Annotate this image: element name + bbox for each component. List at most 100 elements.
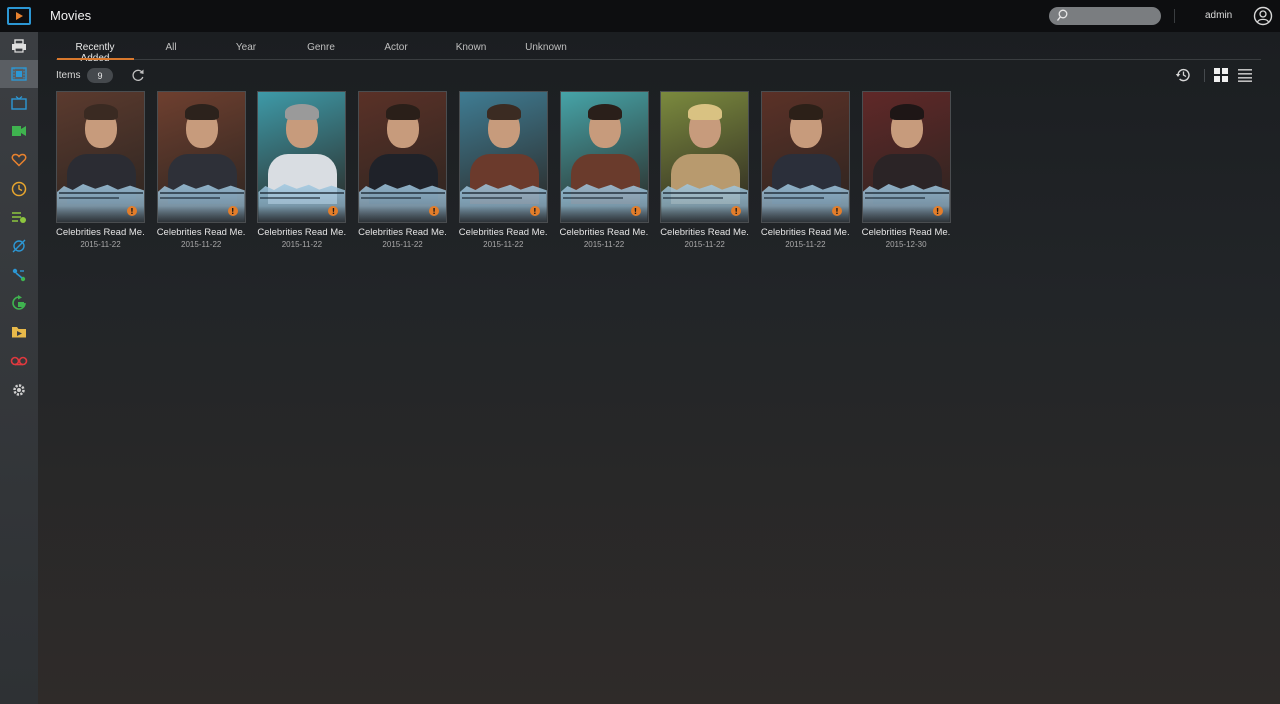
video-title[interactable]: Celebrities Read Me... <box>56 227 145 238</box>
tv-icon <box>11 96 27 110</box>
search-box[interactable] <box>1049 7 1161 25</box>
video-card[interactable]: ! Celebrities Read Me... 2015-11-22 <box>156 91 246 249</box>
film-icon <box>11 67 27 81</box>
video-thumbnail[interactable]: ! <box>458 91 548 223</box>
thumbnail-hair <box>788 104 823 120</box>
playlist-icon <box>12 212 26 223</box>
tab-known[interactable]: Known <box>449 42 493 53</box>
thumbnail-hair <box>285 104 320 120</box>
thumbnail-hair <box>84 104 118 120</box>
thumbnail-caption-line <box>864 192 949 194</box>
video-card[interactable]: ! Celebrities Read Me... 2015-12-30 <box>861 91 951 249</box>
convert-icon <box>12 295 26 310</box>
video-title[interactable]: Celebrities Read Me... <box>862 227 951 238</box>
video-date: 2015-11-22 <box>80 240 121 249</box>
video-thumbnail[interactable]: ! <box>156 91 246 223</box>
sidebar-item-home-videos[interactable] <box>0 117 38 145</box>
app-logo-icon[interactable] <box>7 7 31 25</box>
sidebar-item-playlist[interactable] <box>0 203 38 231</box>
thumbnail-hair <box>486 104 521 120</box>
sidebar-item-share[interactable] <box>0 261 38 289</box>
tab-unknown[interactable]: Unknown <box>521 42 571 53</box>
warning-icon: ! <box>227 206 238 216</box>
video-title[interactable]: Celebrities Read Me... <box>358 227 447 238</box>
video-card[interactable]: ! Celebrities Read Me... 2015-11-22 <box>56 91 145 249</box>
list-view-icon[interactable] <box>1238 68 1252 82</box>
video-card[interactable]: ! Celebrities Read Me... 2015-11-22 <box>358 91 448 249</box>
user-avatar-icon[interactable] <box>1253 6 1273 26</box>
folder-icon <box>12 327 26 338</box>
page-title: Movies <box>50 8 92 23</box>
sidebar-item-recent[interactable] <box>0 175 38 203</box>
video-title[interactable]: Celebrities Read Me... <box>560 227 649 238</box>
tab-actor[interactable]: Actor <box>376 42 416 53</box>
tab-recently-added[interactable]: Recently Added <box>62 42 128 64</box>
thumbnail-caption-line <box>159 197 220 199</box>
video-title[interactable]: Celebrities Read Me... <box>257 227 346 238</box>
tab-year[interactable]: Year <box>228 42 264 53</box>
thumbnail-caption-line <box>159 192 244 194</box>
grid-view-icon[interactable] <box>1214 68 1228 82</box>
user-name[interactable]: admin <box>1205 10 1232 21</box>
sidebar-item-printer[interactable] <box>0 32 38 60</box>
sidebar-item-tv-shows[interactable] <box>0 89 38 117</box>
active-tab-indicator <box>57 58 134 60</box>
refresh-icon[interactable] <box>131 68 145 82</box>
sidebar-item-settings[interactable] <box>0 376 38 404</box>
thumbnail-hair <box>889 104 924 120</box>
video-card[interactable]: ! Celebrities Read Me... 2015-11-22 <box>559 91 649 249</box>
sidebar <box>0 32 38 704</box>
thumbnail-caption-line <box>562 197 623 199</box>
video-date: 2015-11-22 <box>281 240 323 249</box>
video-title[interactable]: Celebrities Read Me... <box>459 227 548 238</box>
video-title[interactable]: Celebrities Read Me... <box>761 227 850 238</box>
video-thumbnail[interactable]: ! <box>358 91 448 223</box>
warning-icon: ! <box>831 206 842 216</box>
divider <box>1174 9 1175 23</box>
thumbnail-caption-line <box>59 197 119 199</box>
sidebar-item-movies[interactable] <box>0 60 38 88</box>
video-date: 2015-11-22 <box>684 240 725 249</box>
video-thumbnail[interactable]: ! <box>257 91 347 223</box>
video-date: 2015-12-30 <box>885 240 927 249</box>
settings-icon <box>13 384 25 396</box>
thumbnail-hair <box>688 104 723 120</box>
video-card[interactable]: ! Celebrities Read Me... 2015-11-22 <box>760 91 850 249</box>
thumbnail-caption-line <box>260 197 321 199</box>
video-date: 2015-11-22 <box>483 240 524 249</box>
warning-icon: ! <box>932 206 943 216</box>
tab-all[interactable]: All <box>156 42 186 53</box>
history-icon[interactable] <box>1175 67 1191 83</box>
video-card[interactable]: ! Celebrities Read Me... 2015-11-22 <box>660 91 750 249</box>
video-date: 2015-11-22 <box>785 240 826 249</box>
share-icon <box>12 268 26 282</box>
thumbnail-hair <box>386 104 421 120</box>
video-title[interactable]: Celebrities Read Me... <box>660 227 749 238</box>
warning-icon: ! <box>630 206 641 216</box>
video-date: 2015-11-22 <box>583 240 625 249</box>
video-card[interactable]: ! Celebrities Read Me... 2015-11-22 <box>458 91 548 249</box>
thumbnail-hair <box>184 104 219 120</box>
sidebar-item-tv-recorder[interactable] <box>0 347 38 375</box>
thumbnail-caption-line <box>864 197 925 199</box>
video-title[interactable]: Celebrities Read Me... <box>157 227 246 238</box>
sidebar-item-folders[interactable] <box>0 318 38 346</box>
sidebar-item-shared[interactable] <box>0 232 38 260</box>
video-thumbnail[interactable]: ! <box>660 91 750 223</box>
thumbnail-caption-line <box>461 192 546 194</box>
video-card[interactable]: ! Celebrities Read Me... 2015-11-22 <box>257 91 347 249</box>
video-thumbnail[interactable]: ! <box>760 91 850 223</box>
thumbnail-caption-line <box>361 197 422 199</box>
sidebar-item-convert[interactable] <box>0 289 38 317</box>
video-folder-icon <box>12 126 26 136</box>
video-thumbnail[interactable]: ! <box>559 91 649 223</box>
main-content: Recently Added All Year Genre Actor Know… <box>38 32 1280 704</box>
tv-recorder-icon <box>10 356 28 366</box>
sidebar-item-favorites[interactable] <box>0 146 38 174</box>
video-thumbnail[interactable]: ! <box>861 91 951 223</box>
thumbnail-hair <box>587 104 622 120</box>
tab-genre[interactable]: Genre <box>301 42 341 53</box>
thumbnail-caption-line <box>663 192 748 194</box>
video-thumbnail[interactable]: ! <box>56 91 145 223</box>
search-input[interactable] <box>1073 8 1155 24</box>
